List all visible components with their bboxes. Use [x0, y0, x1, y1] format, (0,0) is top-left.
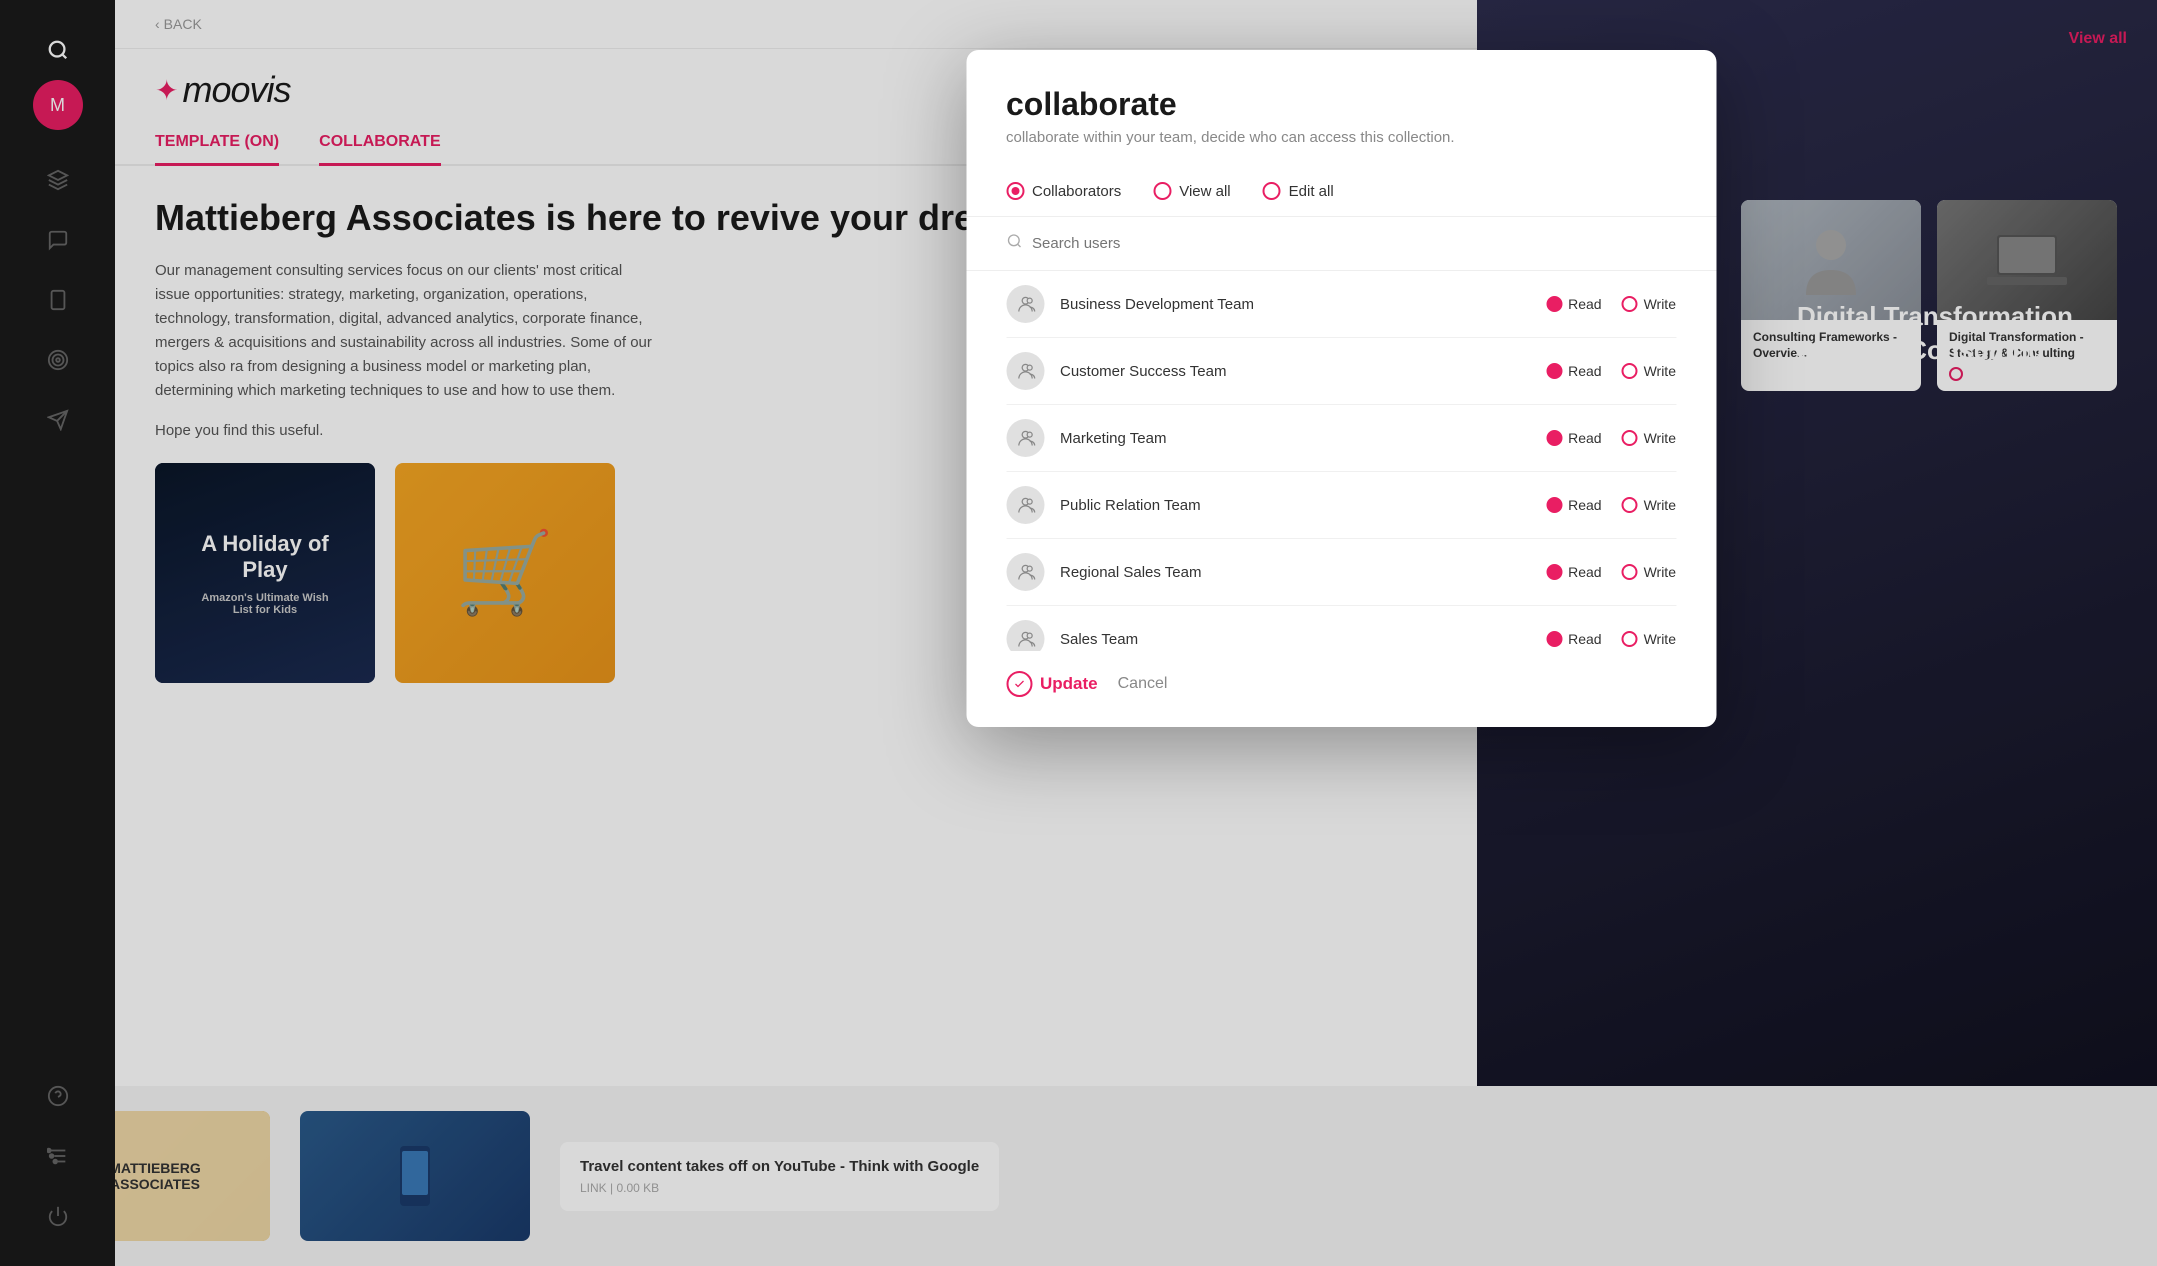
- write-radio-st[interactable]: [1622, 631, 1638, 647]
- write-radio-mt[interactable]: [1622, 430, 1638, 446]
- write-label: Write: [1644, 631, 1676, 647]
- user-name-2: Customer Success Team: [1060, 363, 1546, 380]
- read-radio-mt[interactable]: [1546, 430, 1562, 446]
- read-option-3[interactable]: Read: [1546, 430, 1601, 446]
- view-all-radio[interactable]: [1153, 182, 1171, 200]
- update-label: Update: [1040, 674, 1098, 694]
- tab-view-all[interactable]: View all: [1153, 182, 1230, 200]
- team-avatar-6: [1006, 620, 1044, 651]
- permission-options-5: Read Write: [1546, 564, 1676, 580]
- write-radio-rst[interactable]: [1622, 564, 1638, 580]
- edit-all-radio[interactable]: [1263, 182, 1281, 200]
- collaborate-modal: collaborate collaborate within your team…: [966, 50, 1716, 727]
- user-name-1: Business Development Team: [1060, 296, 1546, 313]
- table-row: Sales Team Read Write: [1006, 606, 1676, 651]
- read-label: Read: [1568, 564, 1601, 580]
- modal-header: collaborate collaborate within your team…: [966, 50, 1716, 166]
- user-name-5: Regional Sales Team: [1060, 564, 1546, 581]
- edit-all-label: Edit all: [1289, 183, 1334, 200]
- table-row: Marketing Team Read Write: [1006, 405, 1676, 472]
- team-avatar-1: [1006, 285, 1044, 323]
- read-option-4[interactable]: Read: [1546, 497, 1601, 513]
- team-avatar-5: [1006, 553, 1044, 591]
- team-avatar-2: [1006, 352, 1044, 390]
- permission-options-1: Read Write: [1546, 296, 1676, 312]
- read-label: Read: [1568, 296, 1601, 312]
- team-avatar-4: [1006, 486, 1044, 524]
- write-option-6[interactable]: Write: [1622, 631, 1676, 647]
- write-option-1[interactable]: Write: [1622, 296, 1676, 312]
- permission-tabs: Collaborators View all Edit all: [966, 166, 1716, 217]
- search-users-input[interactable]: [1032, 235, 1676, 252]
- write-option-3[interactable]: Write: [1622, 430, 1676, 446]
- table-row: Business Development Team Read Write: [1006, 271, 1676, 338]
- read-option-1[interactable]: Read: [1546, 296, 1601, 312]
- read-radio-rst[interactable]: [1546, 564, 1562, 580]
- user-name-6: Sales Team: [1060, 631, 1546, 648]
- read-option-6[interactable]: Read: [1546, 631, 1601, 647]
- table-row: Public Relation Team Read Write: [1006, 472, 1676, 539]
- read-label: Read: [1568, 497, 1601, 513]
- modal-title: collaborate: [1006, 86, 1676, 123]
- read-radio-bdt[interactable]: [1546, 296, 1562, 312]
- read-option-2[interactable]: Read: [1546, 363, 1601, 379]
- read-option-5[interactable]: Read: [1546, 564, 1601, 580]
- table-row: Regional Sales Team Read Write: [1006, 539, 1676, 606]
- tab-edit-all[interactable]: Edit all: [1263, 182, 1334, 200]
- tab-collaborators[interactable]: Collaborators: [1006, 182, 1121, 200]
- user-name-4: Public Relation Team: [1060, 497, 1546, 514]
- read-radio-cst[interactable]: [1546, 363, 1562, 379]
- read-label: Read: [1568, 631, 1601, 647]
- permission-options-3: Read Write: [1546, 430, 1676, 446]
- write-radio-cst[interactable]: [1622, 363, 1638, 379]
- modal-footer: Update Cancel: [966, 651, 1716, 727]
- read-label: Read: [1568, 430, 1601, 446]
- update-icon: [1006, 671, 1032, 697]
- write-label: Write: [1644, 363, 1676, 379]
- write-option-2[interactable]: Write: [1622, 363, 1676, 379]
- modal-subtitle: collaborate within your team, decide who…: [1006, 129, 1676, 146]
- cancel-button[interactable]: Cancel: [1118, 675, 1168, 693]
- user-name-3: Marketing Team: [1060, 430, 1546, 447]
- write-option-4[interactable]: Write: [1622, 497, 1676, 513]
- read-radio-st[interactable]: [1546, 631, 1562, 647]
- permission-options-4: Read Write: [1546, 497, 1676, 513]
- write-label: Write: [1644, 430, 1676, 446]
- read-label: Read: [1568, 363, 1601, 379]
- collaborators-label: Collaborators: [1032, 183, 1121, 200]
- write-option-5[interactable]: Write: [1622, 564, 1676, 580]
- permission-options-2: Read Write: [1546, 363, 1676, 379]
- read-radio-prt[interactable]: [1546, 497, 1562, 513]
- write-label: Write: [1644, 564, 1676, 580]
- permission-options-6: Read Write: [1546, 631, 1676, 647]
- search-icon: [1006, 233, 1022, 254]
- table-row: Customer Success Team Read Write: [1006, 338, 1676, 405]
- write-radio-bdt[interactable]: [1622, 296, 1638, 312]
- search-bar: [966, 217, 1716, 271]
- write-label: Write: [1644, 497, 1676, 513]
- write-radio-prt[interactable]: [1622, 497, 1638, 513]
- view-all-label: View all: [1179, 183, 1230, 200]
- user-list: Business Development Team Read Write: [966, 271, 1716, 651]
- update-button[interactable]: Update: [1006, 671, 1098, 697]
- collaborators-radio[interactable]: [1006, 182, 1024, 200]
- team-avatar-3: [1006, 419, 1044, 457]
- write-label: Write: [1644, 296, 1676, 312]
